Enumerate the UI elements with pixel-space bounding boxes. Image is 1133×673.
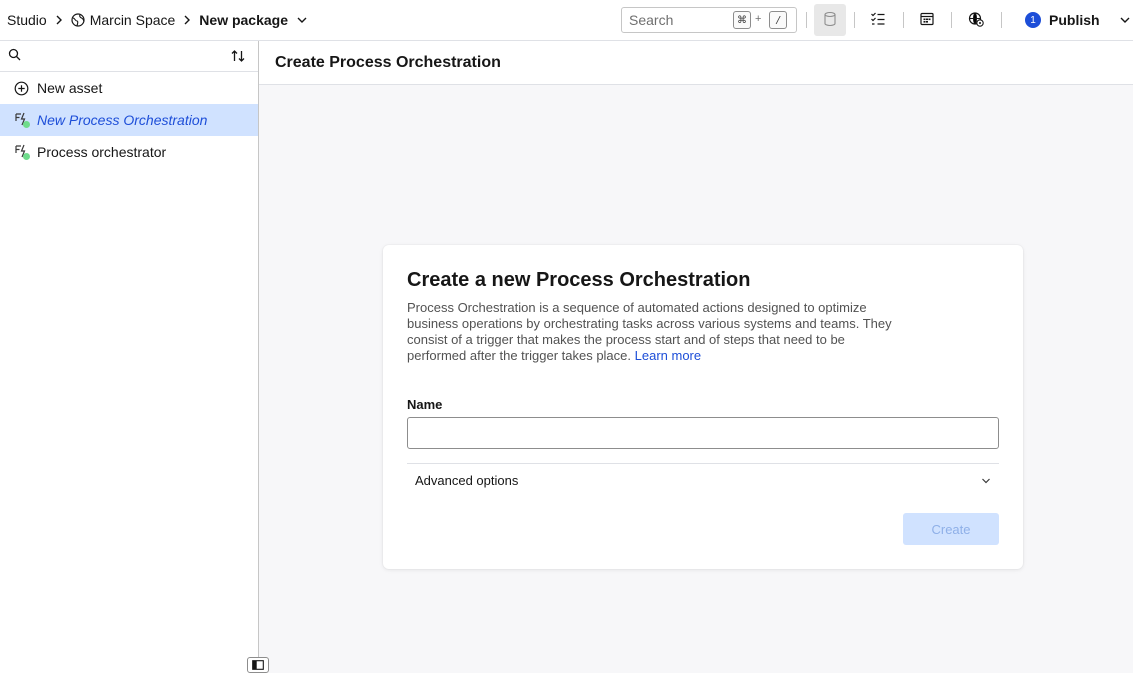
name-label: Name — [407, 397, 443, 412]
sidebar-item-new-asset[interactable]: New asset — [0, 72, 258, 104]
name-input[interactable] — [407, 417, 999, 449]
top-bar: Studio Marcin Space New package ⌘ + / — [0, 0, 1133, 41]
publish-label: Publish — [1049, 12, 1100, 28]
sidebar-toggle-icon — [252, 657, 264, 673]
breadcrumb-package-label: New package — [199, 12, 289, 28]
globe-icon — [71, 13, 85, 27]
advanced-options-label: Advanced options — [415, 473, 519, 488]
publish-menu-chevron-down-icon[interactable] — [1119, 14, 1131, 26]
sidebar-item-label: Process orchestrator — [37, 144, 167, 160]
divider — [903, 12, 904, 28]
checklist-icon — [870, 11, 886, 30]
breadcrumb-space-label: Marcin Space — [89, 12, 176, 28]
process-orchestration-icon — [13, 112, 30, 128]
chevron-down-icon — [981, 473, 991, 489]
create-card: Create a new Process Orchestration Proce… — [383, 245, 1023, 569]
breadcrumb-space[interactable]: Marcin Space — [71, 0, 176, 40]
task-list-button[interactable] — [862, 4, 894, 36]
main-content: Create Process Orchestration Create a ne… — [259, 41, 1133, 673]
divider — [1001, 12, 1002, 28]
sidebar-search-input[interactable] — [27, 48, 227, 64]
chevron-down-icon — [296, 14, 308, 26]
calendar-button[interactable] — [911, 4, 943, 36]
deploy-settings-button[interactable] — [960, 4, 992, 36]
card-description: Process Orchestration is a sequence of a… — [407, 300, 907, 364]
sidebar-search — [0, 41, 258, 72]
global-search[interactable]: ⌘ + / — [621, 7, 797, 33]
process-orchestration-icon — [13, 144, 30, 160]
shortcut-cmd-key: ⌘ — [733, 11, 751, 29]
database-icon — [823, 11, 837, 30]
advanced-options-toggle[interactable]: Advanced options — [407, 463, 999, 497]
calendar-icon — [919, 11, 935, 30]
database-button[interactable] — [814, 4, 846, 36]
asset-list: New asset New Process Orchestration Proc… — [0, 72, 258, 168]
sidebar-item-new-process-orchestration[interactable]: New Process Orchestration — [0, 104, 258, 136]
divider — [806, 12, 807, 28]
chevron-right-icon — [47, 15, 71, 25]
create-button[interactable]: Create — [903, 513, 999, 545]
publish-count-badge: 1 — [1025, 12, 1041, 28]
breadcrumb-package[interactable]: New package — [199, 0, 308, 40]
sidebar-item-label: New asset — [37, 80, 103, 96]
add-circle-icon — [13, 80, 29, 96]
globe-settings-icon — [968, 11, 984, 30]
search-icon — [8, 48, 21, 64]
learn-more-link[interactable]: Learn more — [635, 348, 701, 363]
global-search-input[interactable] — [629, 12, 729, 28]
chevron-right-icon — [175, 15, 199, 25]
divider — [951, 12, 952, 28]
page-title: Create Process Orchestration — [275, 53, 501, 71]
sort-icon[interactable] — [230, 48, 246, 64]
divider — [854, 12, 855, 28]
publish-button[interactable]: 1 Publish — [1018, 4, 1100, 36]
shortcut-slash-key: / — [769, 11, 787, 29]
status-dot — [23, 121, 30, 128]
status-dot — [23, 153, 30, 160]
collapse-sidebar-button[interactable] — [247, 657, 269, 673]
shortcut-plus: + — [755, 13, 762, 25]
main-header: Create Process Orchestration — [259, 41, 1133, 85]
sidebar: New asset New Process Orchestration Proc… — [0, 41, 259, 673]
sidebar-item-process-orchestrator[interactable]: Process orchestrator — [0, 136, 258, 168]
card-title: Create a new Process Orchestration — [407, 269, 751, 291]
sidebar-item-label: New Process Orchestration — [37, 112, 208, 128]
breadcrumb-studio[interactable]: Studio — [7, 0, 47, 40]
breadcrumb: Studio Marcin Space New package — [0, 0, 308, 40]
